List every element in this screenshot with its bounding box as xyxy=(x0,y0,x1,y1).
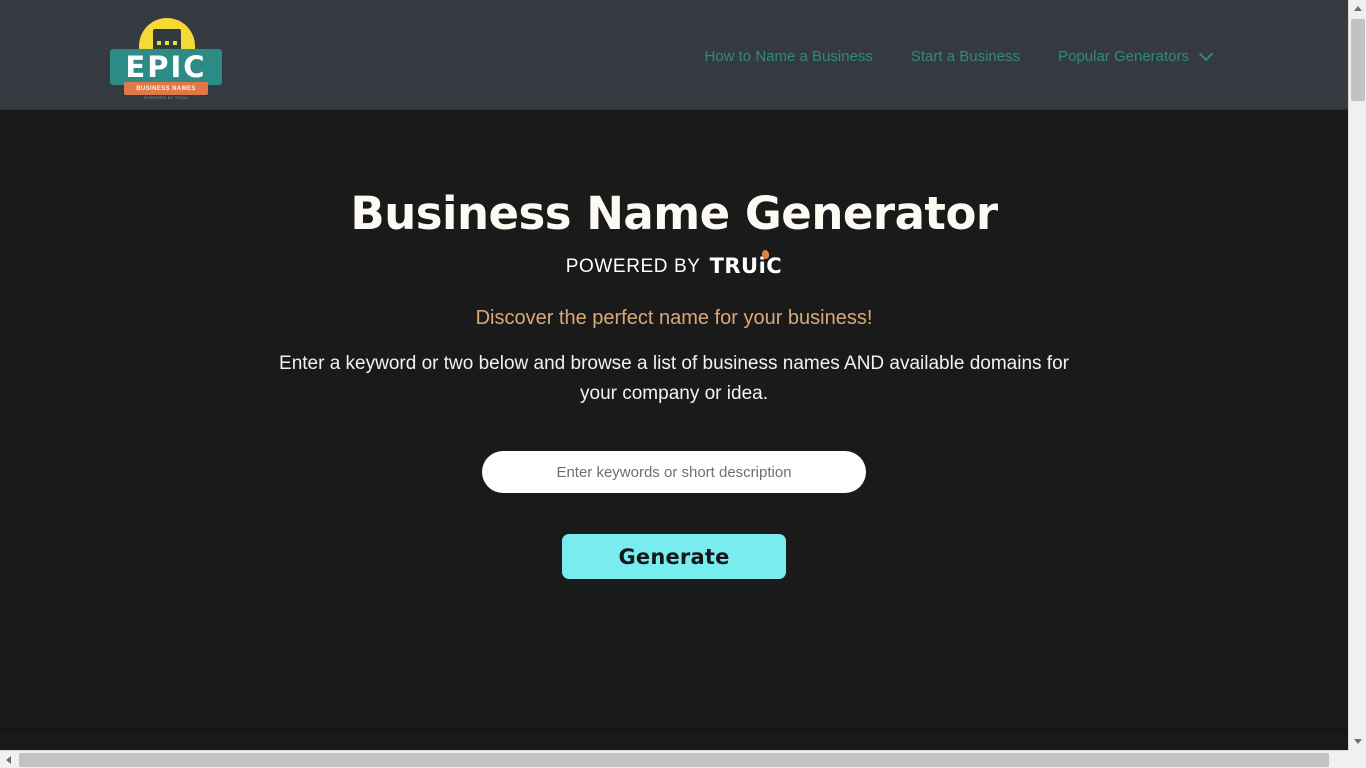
nav-label: How to Name a Business xyxy=(704,48,873,65)
logo-epic-text: EPIC xyxy=(125,49,207,84)
truic-brand-text: TRUiC xyxy=(709,254,783,278)
nav-label: Popular Generators xyxy=(1058,48,1189,65)
logo-banner-text: BUSINESS NAMES xyxy=(136,85,196,92)
search-row xyxy=(0,451,1348,493)
horizontal-scrollbar[interactable] xyxy=(0,750,1366,768)
arrow-down-icon xyxy=(1353,739,1362,744)
arrow-up-icon xyxy=(1353,6,1362,11)
vertical-scrollbar[interactable] xyxy=(1348,0,1366,750)
site-logo[interactable]: EPIC BUSINESS NAMES POWERED BY TRUiC xyxy=(110,18,222,100)
powered-by-line: POWERED BY TRUiC xyxy=(0,249,1348,279)
nav-item-how-to-name-a-business[interactable]: How to Name a Business xyxy=(685,46,891,67)
chevron-down-icon xyxy=(1198,46,1214,61)
logo-window xyxy=(173,41,177,45)
scroll-up-button[interactable] xyxy=(1349,0,1366,17)
generate-row: Generate xyxy=(0,534,1348,579)
scroll-left-button[interactable] xyxy=(0,751,17,768)
hero-tagline: Discover the perfect name for your busin… xyxy=(475,307,873,329)
truic-brand: TRUiC xyxy=(709,249,783,279)
logo-banner: BUSINESS NAMES xyxy=(124,82,208,95)
logo-subtitle: POWERED BY TRUiC xyxy=(143,95,189,100)
hero-section: Business Name Generator POWERED BY TRUiC… xyxy=(0,110,1348,579)
site-header: EPIC BUSINESS NAMES POWERED BY TRUiC How… xyxy=(0,0,1348,110)
search-input[interactable] xyxy=(482,451,866,493)
browser-viewport: EPIC BUSINESS NAMES POWERED BY TRUiC How… xyxy=(0,0,1366,768)
nav-item-popular-generators[interactable]: Popular Generators xyxy=(1039,46,1230,67)
logo-window xyxy=(157,41,161,45)
powered-by-prefix: POWERED BY xyxy=(565,256,701,277)
horizontal-scrollbar-thumb[interactable] xyxy=(19,753,1329,767)
main-navigation: How to Name a Business Start a Business … xyxy=(685,46,1230,67)
logo-epic-box: EPIC xyxy=(110,49,222,85)
page-bottom-strip xyxy=(0,728,1348,732)
nav-item-start-a-business[interactable]: Start a Business xyxy=(892,46,1039,67)
scrollbar-corner xyxy=(1348,750,1366,768)
nav-label: Start a Business xyxy=(910,48,1021,65)
vertical-scrollbar-thumb[interactable] xyxy=(1351,19,1365,101)
page-content: EPIC BUSINESS NAMES POWERED BY TRUiC How… xyxy=(0,0,1348,750)
hero-intro-text: Enter a keyword or two below and browse … xyxy=(279,353,1069,404)
scroll-down-button[interactable] xyxy=(1349,733,1366,750)
generate-button[interactable]: Generate xyxy=(562,534,786,579)
page-title: Business Name Generator xyxy=(350,187,998,240)
arrow-left-icon xyxy=(6,755,11,764)
